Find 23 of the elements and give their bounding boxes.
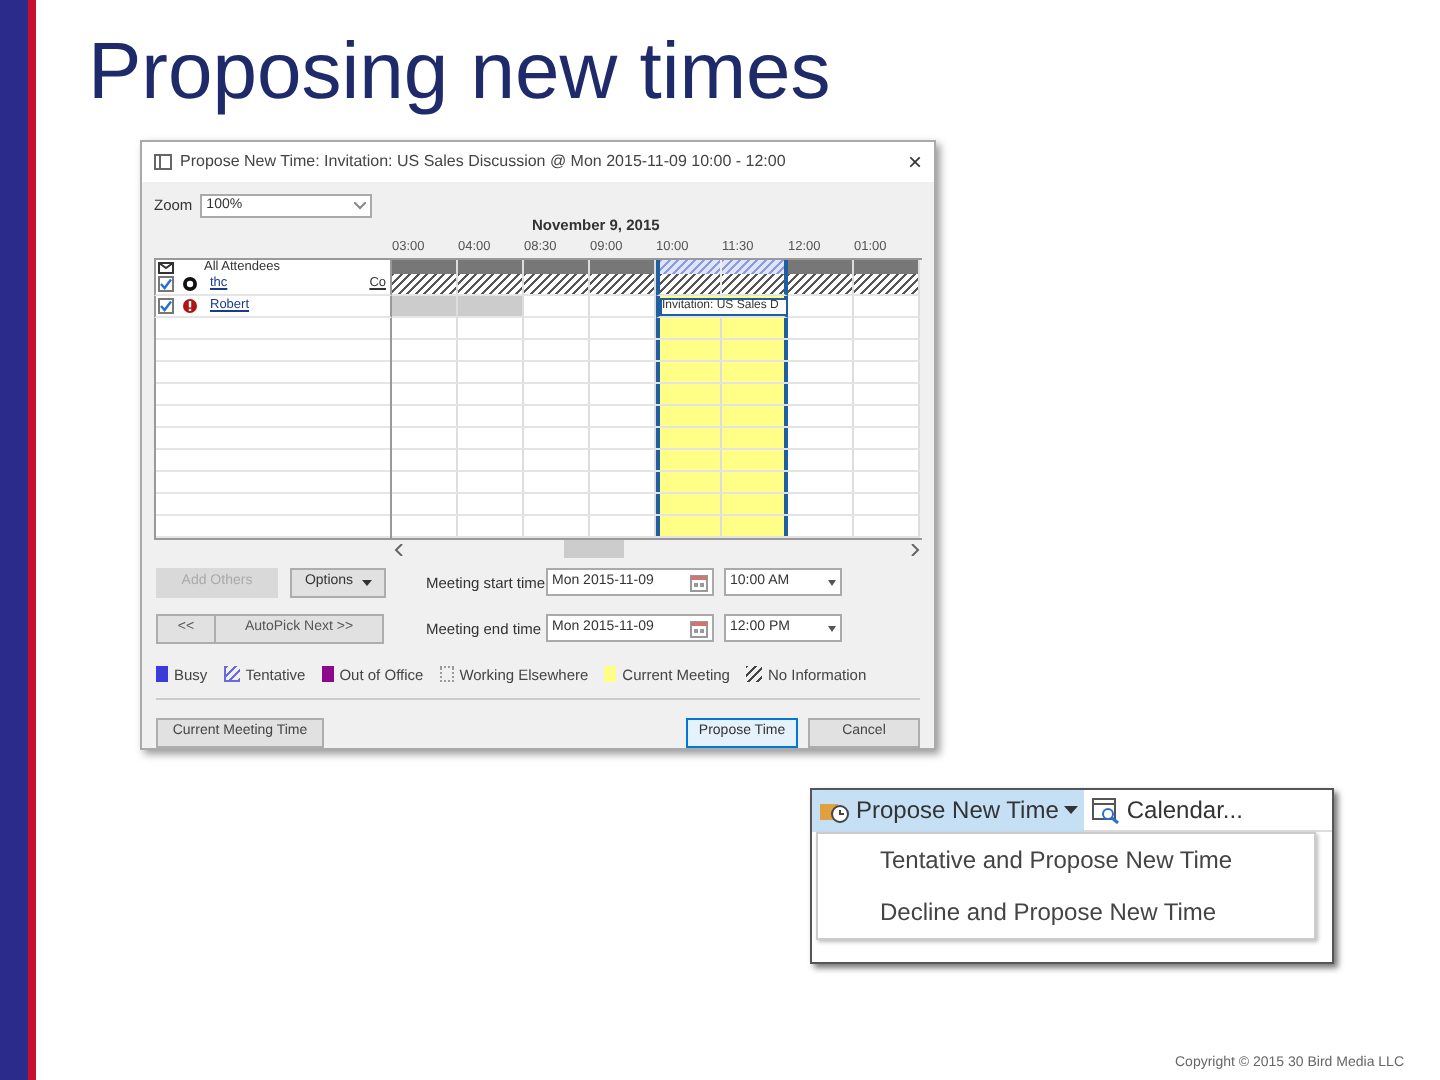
chevron-icon	[354, 201, 367, 210]
attendee-checkbox[interactable]	[158, 275, 174, 292]
required-attendee-icon	[182, 297, 198, 314]
caret-icon	[361, 579, 372, 586]
slide-title: Proposing new times	[88, 26, 833, 120]
caret-icon	[828, 625, 836, 632]
calendar-icon[interactable]	[690, 619, 708, 638]
calendar-search-icon	[1092, 797, 1121, 823]
calendar-icon[interactable]	[690, 573, 708, 592]
menu-item[interactable]: Decline and Propose New Time	[818, 886, 1314, 938]
close-button[interactable]: ×	[907, 149, 922, 174]
scroll-left-icon[interactable]	[394, 543, 404, 556]
attendee-checkbox[interactable]	[158, 297, 174, 314]
caret-icon[interactable]	[1064, 806, 1079, 814]
mail-icon	[158, 261, 174, 274]
window-title: Propose New Time: Invitation: US Sales Discussion @ Mon 2015-11-09 10:00 - 12:00	[180, 149, 786, 174]
scrollbar-thumb[interactable]	[564, 540, 624, 559]
menu-item[interactable]: Tentative and Propose New Time	[818, 834, 1314, 886]
scroll-right-icon[interactable]	[910, 543, 920, 556]
calendar-button[interactable]: Calendar...	[1084, 789, 1251, 831]
propose-new-time-button[interactable]: Propose New Time	[812, 789, 1085, 831]
caret-icon	[828, 579, 836, 586]
window-icon	[154, 153, 172, 170]
